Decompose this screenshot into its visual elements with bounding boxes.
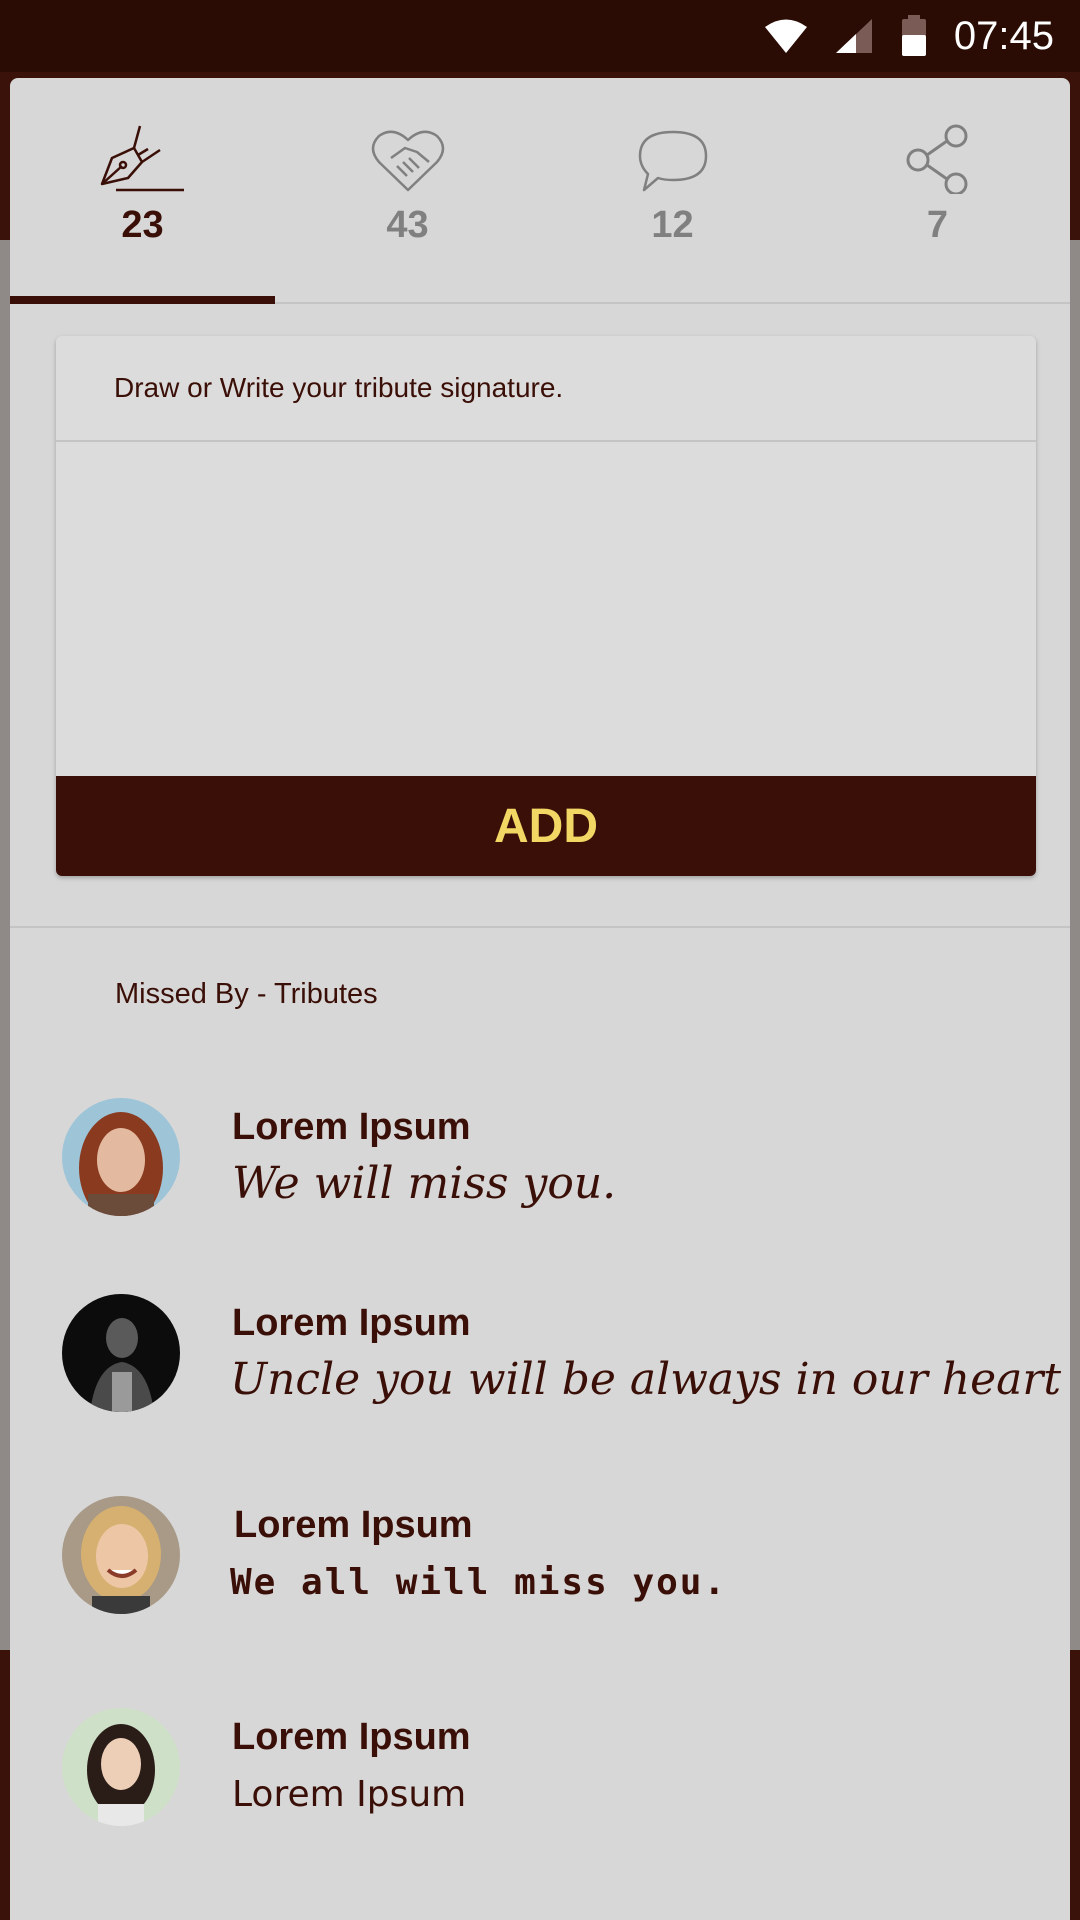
tab-signatures[interactable]: 23 (10, 78, 275, 302)
tribute-message: We will miss you. (232, 1158, 617, 1209)
comments-count: 12 (651, 204, 694, 246)
add-button[interactable]: ADD (56, 776, 1036, 876)
avatar (62, 1098, 180, 1216)
tab-condolences[interactable]: 43 (275, 78, 540, 302)
status-bar: 07:45 (0, 0, 1080, 72)
share-icon (904, 120, 972, 194)
heart-handshake-icon (371, 120, 445, 194)
condolences-count: 43 (386, 204, 429, 246)
battery-icon (900, 15, 928, 57)
tributes-heading: Missed By - Tributes (115, 978, 378, 1010)
signature-canvas[interactable] (56, 442, 1036, 776)
signature-prompt: Draw or Write your tribute signature. (56, 336, 1036, 442)
tab-comments[interactable]: 12 (540, 78, 805, 302)
tribute-message: Lorem Ipsum (232, 1774, 467, 1815)
tab-bar: 23 43 12 7 (10, 78, 1070, 304)
signal-icon (834, 17, 874, 55)
tab-shares[interactable]: 7 (805, 78, 1070, 302)
active-tab-indicator (10, 296, 275, 304)
tribute-name: Lorem Ipsum (232, 1716, 471, 1758)
signatures-count: 23 (121, 204, 164, 246)
speech-bubble-icon (636, 120, 710, 194)
avatar (62, 1294, 180, 1412)
tribute-item[interactable]: Lorem Ipsum We all will miss you. (62, 1496, 1022, 1626)
section-divider (10, 926, 1070, 928)
avatar (62, 1708, 180, 1826)
tribute-message: Uncle you will be always in our heart (230, 1354, 1062, 1405)
pen-nib-icon (98, 120, 188, 194)
tribute-message: We all will miss you. (230, 1562, 728, 1603)
avatar (62, 1496, 180, 1614)
tribute-item[interactable]: Lorem Ipsum We will miss you. (62, 1098, 1022, 1228)
clock: 07:45 (953, 13, 1054, 58)
signature-card: Draw or Write your tribute signature. AD… (56, 336, 1036, 876)
wifi-icon (764, 18, 808, 54)
tribute-item[interactable]: Lorem Ipsum Uncle you will be always in … (62, 1294, 1061, 1424)
tribute-name: Lorem Ipsum (232, 1302, 471, 1344)
tribute-name: Lorem Ipsum (234, 1504, 473, 1546)
tribute-item[interactable]: Lorem Ipsum Lorem Ipsum (62, 1708, 1022, 1838)
shares-count: 7 (926, 204, 949, 246)
tribute-sheet: 23 43 12 7 Draw or Write your tribute si… (10, 78, 1070, 1920)
tribute-name: Lorem Ipsum (232, 1106, 471, 1148)
